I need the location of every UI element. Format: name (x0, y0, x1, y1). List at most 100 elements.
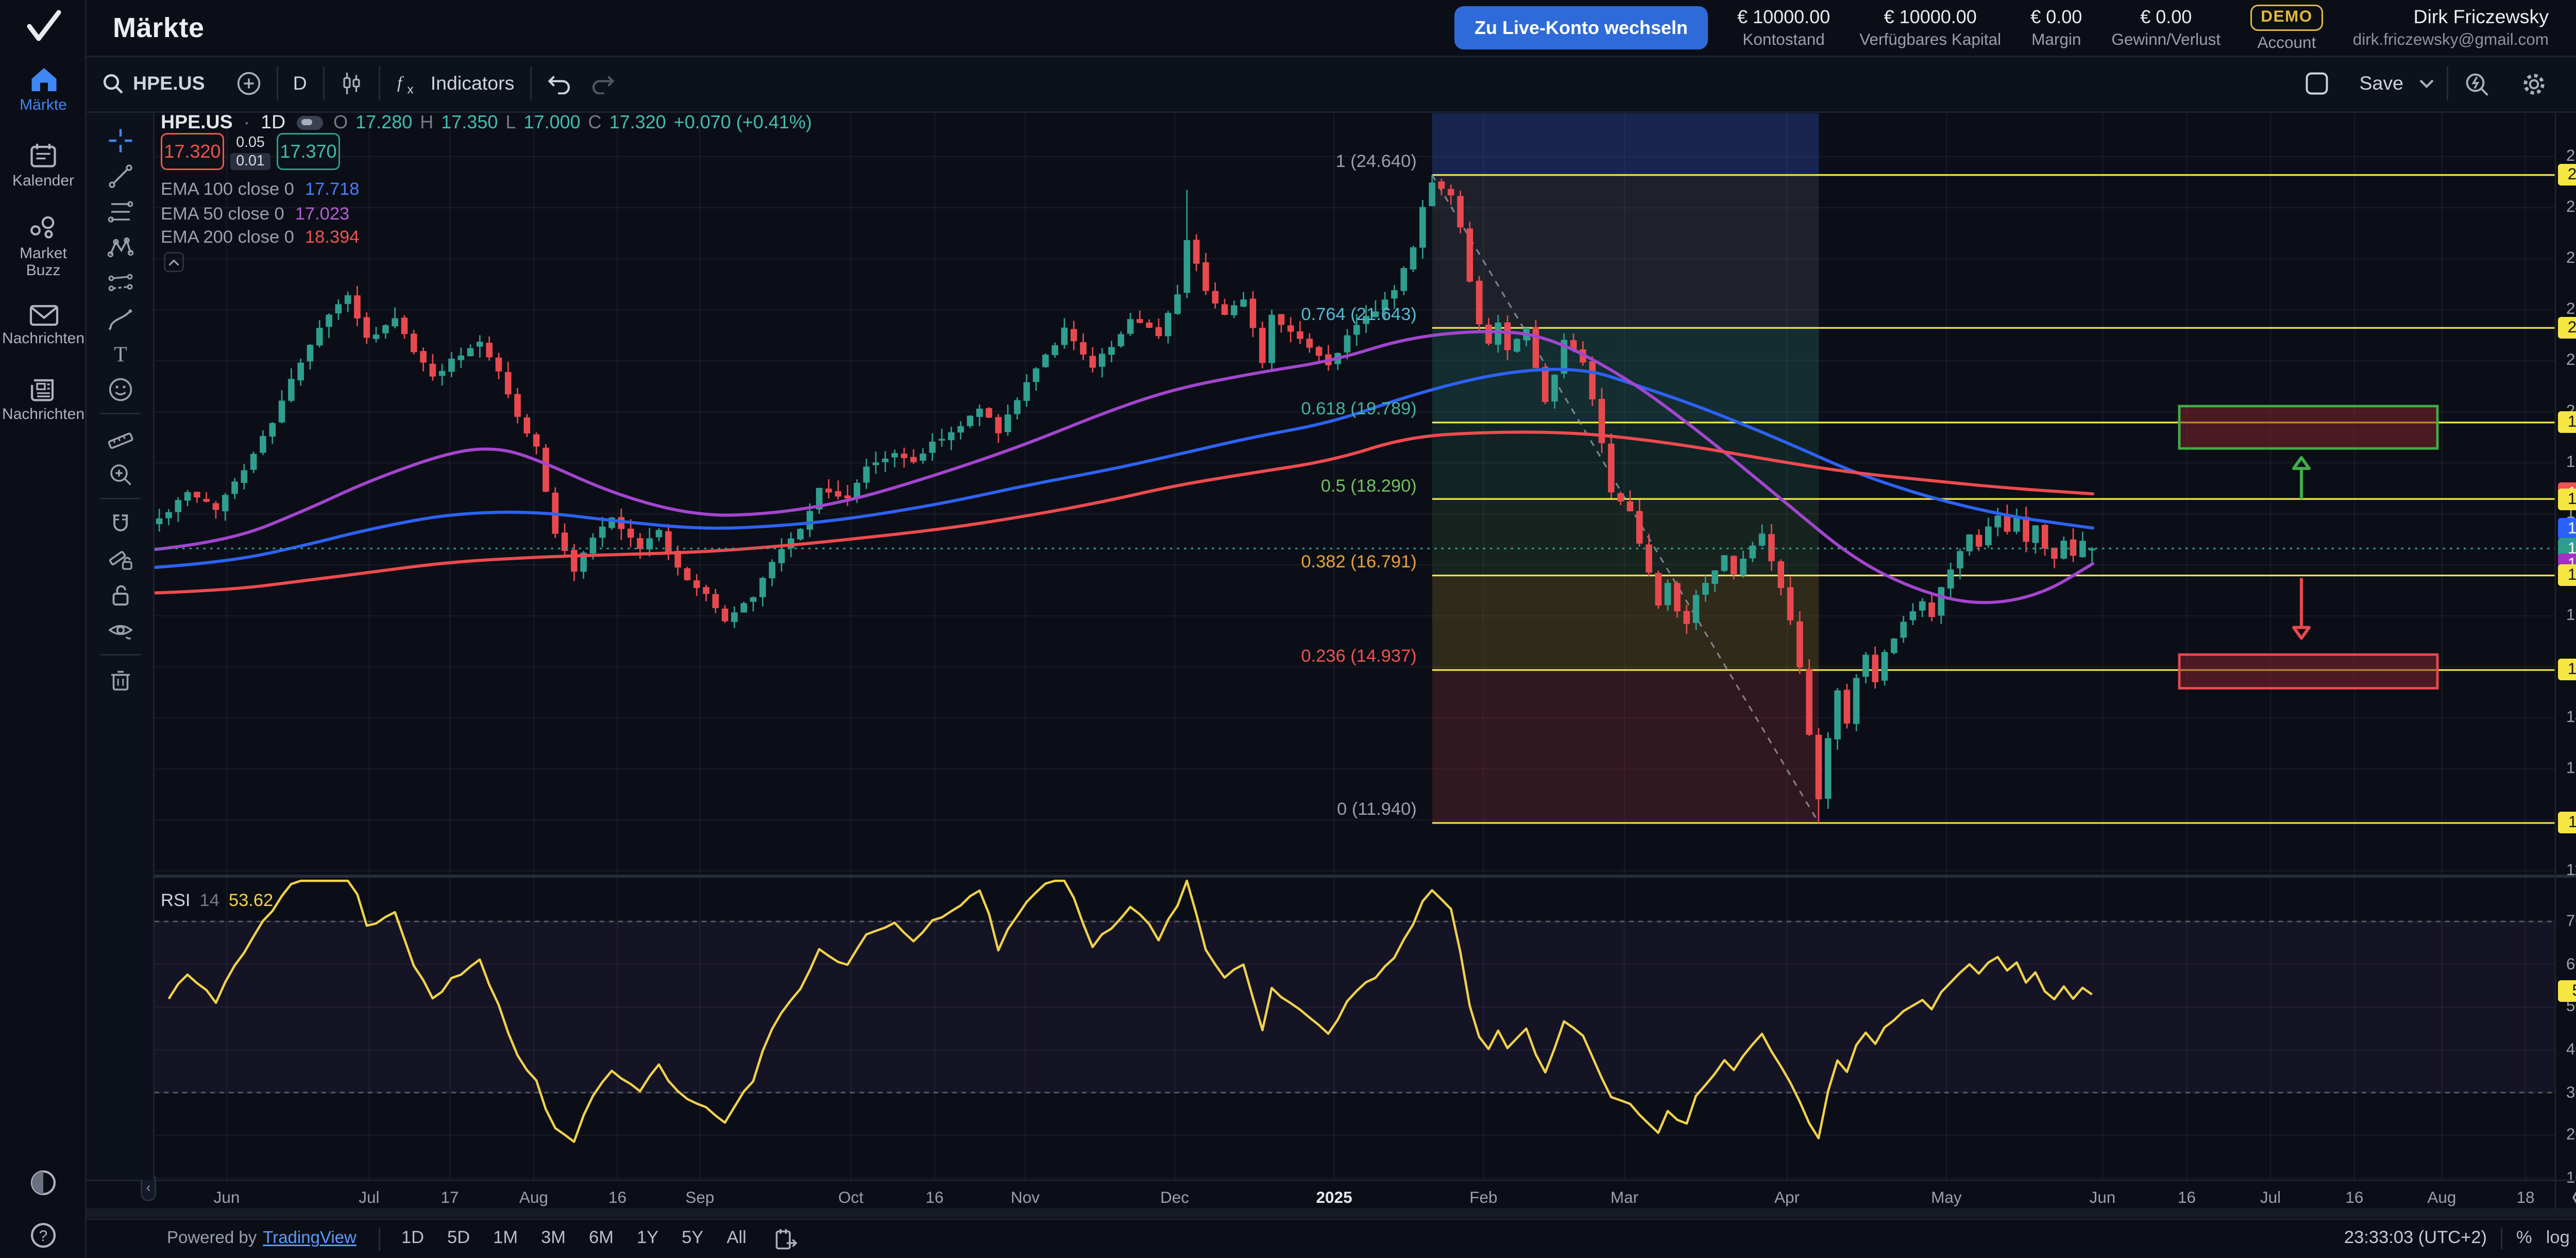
go-to-date-button[interactable] (768, 1219, 804, 1258)
calendar-icon (29, 142, 57, 169)
switch-to-live-button[interactable]: Zu Live-Konto wechseln (1454, 7, 1708, 50)
indicators-button[interactable]: fx Indicators (380, 57, 530, 112)
time-tick: 18 (2516, 1189, 2534, 1207)
time-tick: Aug (2427, 1189, 2456, 1207)
fib-level-label: 0 (11.940) (1108, 801, 1417, 820)
projection-icon (106, 269, 134, 296)
tool-text[interactable]: T (97, 336, 143, 372)
undo-button[interactable] (531, 57, 587, 112)
tool-remove-all[interactable] (97, 662, 143, 698)
interval-button[interactable]: D (278, 57, 323, 112)
tool-drawing-mode[interactable] (97, 542, 143, 577)
sell-button[interactable]: 17.320 (161, 133, 224, 170)
price-tick: 21.000 (2566, 351, 2576, 370)
rsi-tick: 40.00 (2566, 1041, 2576, 1059)
time-tick: Jun (2089, 1189, 2115, 1207)
save-menu-button[interactable] (2419, 57, 2447, 112)
quick-search-button[interactable] (2448, 57, 2505, 112)
buy-button[interactable]: 17.370 (277, 133, 340, 170)
time-tick: 16 (2178, 1189, 2196, 1207)
tool-brush[interactable] (97, 300, 143, 336)
rsi-tick: 70.00 (2566, 912, 2576, 931)
tool-ruler[interactable] (97, 421, 143, 457)
magnet-icon (106, 510, 134, 538)
price-tag: 24.640 (2558, 164, 2576, 186)
tool-lock-all[interactable] (97, 577, 143, 613)
xabcd-pattern-icon (106, 233, 134, 261)
sidebar-item-nachrichten-mail[interactable]: Nachrichten (0, 305, 87, 348)
tool-fib-retracement[interactable] (97, 194, 143, 229)
log-scale-button[interactable]: log (2546, 1229, 2570, 1248)
tool-emoji[interactable] (97, 372, 143, 407)
chart-settings-button[interactable] (2505, 57, 2563, 112)
chart-style-button[interactable] (324, 57, 378, 112)
redo-button[interactable] (587, 57, 630, 112)
ruler-icon (106, 425, 134, 452)
range-5d[interactable]: 5D (441, 1226, 476, 1251)
save-button[interactable]: Save (2344, 57, 2419, 112)
stat-gewinn-verlust: € 0.00 Gewinn/Verlust (2111, 7, 2221, 50)
time-tick: Jul (359, 1189, 379, 1207)
range-all[interactable]: All (720, 1226, 752, 1251)
fib-level-label: 1 (24.640) (1108, 154, 1417, 172)
settings-gear-icon (2521, 71, 2547, 97)
sidebar-item-maerkte[interactable]: Märkte (0, 66, 87, 114)
sidebar-item-market-buzz[interactable]: Market Buzz (0, 215, 87, 280)
svg-text:x: x (406, 82, 413, 96)
percent-scale-button[interactable]: % (2516, 1229, 2532, 1248)
drawing-toolbar: T (87, 113, 155, 1180)
range-1m[interactable]: 1M (487, 1226, 524, 1251)
powered-by: Powered by TradingView (87, 1227, 380, 1250)
symbol-search-button[interactable]: HPE.US (87, 57, 221, 112)
theme-toggle[interactable] (0, 1169, 87, 1197)
chart-canvas[interactable] (0, 0, 2576, 1258)
legend-collapse-button[interactable] (164, 252, 184, 272)
layout-button[interactable] (2289, 57, 2344, 112)
tool-xabcd-pattern[interactable] (97, 229, 143, 265)
time-tick: Oct (838, 1189, 863, 1207)
toolbar-separator (100, 655, 140, 656)
broker-logo-icon (22, 9, 65, 43)
time-axis[interactable]: JunJul17Aug16SepOct16NovDec2025FebMarApr… (87, 1180, 2576, 1218)
price-tag: 18.290 (2558, 488, 2576, 510)
demo-badge: DEMO (2250, 5, 2324, 31)
redo-icon (590, 74, 615, 94)
price-tag: 21.643 (2558, 317, 2576, 339)
compare-add-button[interactable] (221, 57, 276, 112)
tool-projection[interactable] (97, 265, 143, 300)
emoji-icon (106, 375, 134, 403)
price-tick: 22.000 (2566, 300, 2576, 319)
fib-retracement-icon (106, 197, 134, 225)
time-tick: Sep (685, 1189, 714, 1207)
tool-crosshair[interactable] (97, 123, 143, 158)
trade-panel: 17.320 0.05 0.01 17.370 (161, 133, 340, 170)
time-tick: Mar (1611, 1189, 1638, 1207)
pane-separator[interactable] (87, 873, 2576, 881)
tool-magnet[interactable] (97, 506, 143, 542)
crosshair-icon (106, 126, 134, 154)
range-3m[interactable]: 3M (535, 1226, 572, 1251)
clock[interactable]: 23:33:03 (UTC+2) (2344, 1229, 2487, 1248)
go-to-date-icon (774, 1227, 798, 1250)
page-title: Märkte (113, 12, 205, 45)
tool-zoom-in[interactable] (97, 457, 143, 492)
axis-settings-button[interactable] (2572, 1186, 2576, 1209)
tradingview-link[interactable]: TradingView (263, 1229, 357, 1248)
chart-legend: HPE.US · 1D O17.280 H17.350 L17.000 C17.… (161, 111, 812, 133)
source-toggle[interactable] (296, 115, 323, 129)
toolbar-separator (100, 498, 140, 500)
rsi-value-tag: 53.62 (2558, 981, 2576, 1002)
snapshot-button[interactable] (2563, 57, 2576, 112)
range-1y[interactable]: 1Y (631, 1226, 665, 1251)
sidebar-item-kalender[interactable]: Kalender (0, 142, 87, 190)
range-6m[interactable]: 6M (583, 1226, 620, 1251)
range-5y[interactable]: 5Y (675, 1226, 709, 1251)
range-buttons: 1D 5D 1M 3M 6M 1Y 5Y All (380, 1226, 768, 1251)
range-1d[interactable]: 1D (395, 1226, 430, 1251)
price-tick: 23.000 (2566, 249, 2576, 268)
price-axis[interactable]: 26.00025.00024.00023.00022.00021.00020.0… (2555, 113, 2576, 1180)
help-button[interactable]: ? (0, 1221, 87, 1249)
sidebar-item-nachrichten-news[interactable]: Nachrichten (0, 377, 87, 424)
tool-hide-all[interactable] (97, 613, 143, 648)
tool-trend-line[interactable] (97, 158, 143, 194)
